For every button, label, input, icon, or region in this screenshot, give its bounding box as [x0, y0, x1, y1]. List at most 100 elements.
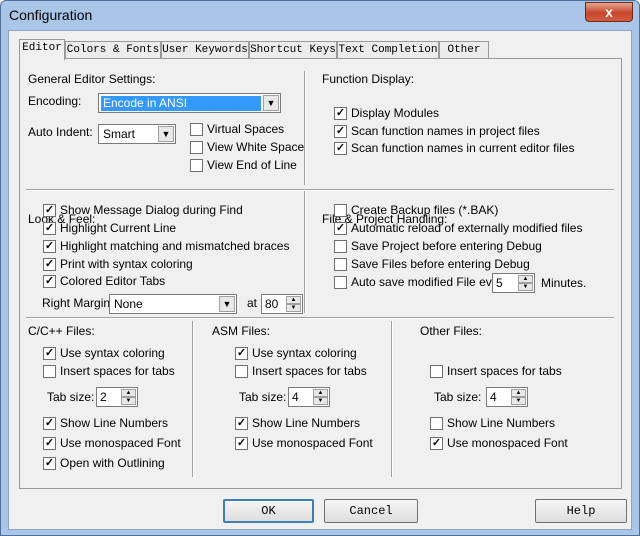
spin-up-icon[interactable]: ▲ [286, 296, 301, 304]
cpp-mono-font-label: Use monospaced Font [60, 436, 181, 450]
display-modules-label: Display Modules [351, 106, 440, 120]
chevron-down-icon[interactable]: ▼ [219, 296, 235, 312]
other-files-heading: Other Files: [420, 324, 483, 338]
spin-up-icon[interactable]: ▲ [518, 275, 533, 283]
view-end-of-line-checkbox[interactable] [190, 159, 203, 172]
chevron-down-icon[interactable]: ▼ [158, 126, 174, 142]
asm-syntax-checkbox[interactable]: ✓ [235, 347, 248, 360]
cpp-syntax-checkbox[interactable]: ✓ [43, 347, 56, 360]
separator [26, 189, 614, 191]
cpp-line-numbers-checkbox[interactable]: ✓ [43, 417, 56, 430]
scan-editor-checkbox[interactable]: ✓ [334, 142, 347, 155]
spin-down-icon[interactable]: ▼ [518, 283, 533, 291]
encoding-select[interactable]: Encode in ANSI ▼ [98, 93, 281, 113]
other-tab-size-label: Tab size: [434, 390, 482, 404]
virtual-spaces-checkbox[interactable] [190, 123, 203, 136]
spin-down-icon[interactable]: ▼ [511, 397, 526, 405]
asm-line-numbers-label: Show Line Numbers [252, 416, 361, 430]
close-button[interactable]: x [585, 2, 633, 22]
auto-reload-label: Automatic reload of externally modified … [351, 221, 583, 235]
tab-text-completion[interactable]: Text Completion [337, 41, 439, 59]
auto-save-checkbox[interactable] [334, 276, 347, 289]
right-margin-column-value: 80 [265, 297, 279, 311]
stepper-buttons: ▲ ▼ [313, 389, 328, 405]
colored-tabs-checkbox[interactable]: ✓ [43, 275, 56, 288]
create-backup-label: Create Backup files (*.BAK) [351, 203, 499, 217]
cpp-line-numbers-label: Show Line Numbers [60, 416, 169, 430]
cpp-outlining-checkbox[interactable]: ✓ [43, 457, 56, 470]
asm-line-numbers-checkbox[interactable]: ✓ [235, 417, 248, 430]
cpp-insert-spaces-label: Insert spaces for tabs [60, 364, 175, 378]
cpp-tab-size-stepper[interactable]: 2 ▲ ▼ [96, 387, 138, 407]
show-message-dialog-checkbox[interactable]: ✓ [43, 204, 56, 217]
create-backup-checkbox[interactable] [334, 204, 347, 217]
minutes-label: Minutes. [541, 276, 587, 290]
view-end-of-line-label: View End of Line [207, 158, 297, 172]
highlight-current-line-label: Highlight Current Line [60, 221, 177, 235]
asm-mono-font-checkbox[interactable]: ✓ [235, 437, 248, 450]
auto-indent-select[interactable]: Smart ▼ [98, 124, 176, 144]
highlight-current-line-checkbox[interactable]: ✓ [43, 222, 56, 235]
other-mono-font-checkbox[interactable]: ✓ [430, 437, 443, 450]
asm-mono-font-label: Use monospaced Font [252, 436, 373, 450]
highlight-braces-checkbox[interactable]: ✓ [43, 240, 56, 253]
right-margin-label: Right Margin: [42, 296, 114, 310]
other-line-numbers-checkbox[interactable] [430, 417, 443, 430]
asm-tab-size-value: 4 [292, 390, 299, 404]
function-display-heading: Function Display: [322, 72, 415, 86]
cpp-mono-font-checkbox[interactable]: ✓ [43, 437, 56, 450]
separator [304, 71, 306, 185]
display-modules-checkbox[interactable]: ✓ [334, 107, 347, 120]
cpp-outlining-label: Open with Outlining [60, 456, 165, 470]
asm-syntax-label: Use syntax coloring [252, 346, 357, 360]
view-white-space-label: View White Space [207, 140, 305, 154]
spin-down-icon[interactable]: ▼ [313, 397, 328, 405]
spin-down-icon[interactable]: ▼ [286, 304, 301, 312]
right-margin-column-stepper[interactable]: 80 ▲ ▼ [261, 294, 303, 314]
scan-project-checkbox[interactable]: ✓ [334, 125, 347, 138]
asm-insert-spaces-label: Insert spaces for tabs [252, 364, 367, 378]
save-files-checkbox[interactable] [334, 258, 347, 271]
view-white-space-checkbox[interactable] [190, 141, 203, 154]
auto-reload-checkbox[interactable]: ✓ [334, 222, 347, 235]
spin-up-icon[interactable]: ▲ [313, 389, 328, 397]
show-message-dialog-label: Show Message Dialog during Find [60, 203, 243, 217]
right-margin-value: None [114, 297, 143, 311]
editor-tab-panel: General Editor Settings: Encoding: Encod… [19, 58, 622, 489]
other-line-numbers-label: Show Line Numbers [447, 416, 556, 430]
tab-other[interactable]: Other [439, 41, 489, 59]
ok-button[interactable]: OK [223, 499, 314, 523]
spin-down-icon[interactable]: ▼ [121, 397, 136, 405]
cancel-button[interactable]: Cancel [324, 499, 418, 523]
tab-colors-fonts[interactable]: Colors & Fonts [65, 41, 161, 59]
tab-shortcut-keys[interactable]: Shortcut Keys [249, 41, 337, 59]
configuration-window: Configuration x Editor Colors & Fonts Us… [0, 0, 640, 536]
separator [304, 191, 306, 313]
separator [192, 321, 194, 477]
at-label: at [247, 296, 258, 310]
asm-insert-spaces-checkbox[interactable] [235, 365, 248, 378]
tab-user-keywords[interactable]: User Keywords [161, 41, 249, 59]
asm-tab-size-stepper[interactable]: 4 ▲ ▼ [288, 387, 330, 407]
auto-save-label: Auto save modified File every [351, 275, 509, 289]
title-bar[interactable]: Configuration x [1, 1, 639, 29]
auto-indent-label: Auto Indent: [28, 125, 93, 139]
print-syntax-checkbox[interactable]: ✓ [43, 258, 56, 271]
cpp-insert-spaces-checkbox[interactable] [43, 365, 56, 378]
save-project-checkbox[interactable] [334, 240, 347, 253]
tab-editor[interactable]: Editor [19, 39, 65, 60]
other-tab-size-stepper[interactable]: 4 ▲ ▼ [486, 387, 528, 407]
cpp-files-heading: C/C++ Files: [28, 324, 95, 338]
help-button[interactable]: Help [535, 499, 627, 523]
stepper-buttons: ▲ ▼ [518, 275, 533, 291]
dialog-client: Editor Colors & Fonts User Keywords Shor… [8, 30, 632, 530]
asm-files-heading: ASM Files: [212, 324, 271, 338]
chevron-down-icon[interactable]: ▼ [263, 95, 279, 111]
cpp-tab-size-value: 2 [100, 390, 107, 404]
spin-up-icon[interactable]: ▲ [121, 389, 136, 397]
other-insert-spaces-checkbox[interactable] [430, 365, 443, 378]
right-margin-select[interactable]: None ▼ [109, 294, 237, 314]
auto-save-minutes-stepper[interactable]: 5 ▲ ▼ [492, 273, 535, 293]
other-tab-size-value: 4 [490, 390, 497, 404]
spin-up-icon[interactable]: ▲ [511, 389, 526, 397]
